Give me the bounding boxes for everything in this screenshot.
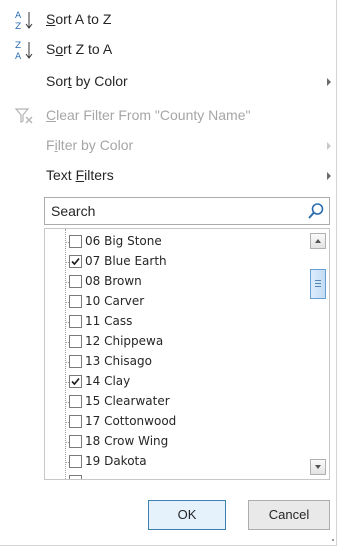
list-item-label: 07 Blue Earth — [85, 254, 167, 268]
value-list[interactable]: 06 Big Stone 07 Blue Earth 08 Brown 10 Carv… — [44, 228, 330, 480]
list-item[interactable]: 19 Dakota — [45, 452, 307, 472]
menu-clear-filter[interactable]: Clear Filter From "County Name" — [0, 101, 337, 131]
checkmark-icon — [71, 377, 80, 386]
list-item-checkbox[interactable] — [69, 315, 82, 328]
list-item[interactable]: 06 Big Stone — [45, 232, 307, 252]
list-item-checkbox[interactable] — [69, 355, 82, 368]
submenu-arrow-icon — [327, 78, 331, 86]
svg-text:Z: Z — [15, 41, 21, 51]
list-item-checkbox[interactable] — [69, 395, 82, 408]
list-item[interactable]: 15 Clearwater — [45, 392, 307, 412]
svg-text:Z: Z — [15, 22, 21, 31]
thumb-grip — [315, 283, 321, 284]
menu-text-filters[interactable]: Text Filters — [0, 161, 337, 191]
list-item-checkbox[interactable] — [69, 295, 82, 308]
scroll-thumb[interactable] — [310, 269, 326, 299]
menu-sort-by-color-label: Sort by Color — [46, 73, 128, 89]
list-item-label: 11 Cass — [85, 314, 133, 328]
list-item-checkbox[interactable] — [69, 435, 82, 448]
menu-text-filters-label: Text Filters — [46, 167, 114, 183]
list-item-label: 08 Brown — [85, 274, 142, 288]
menu-clear-filter-label: Clear Filter From "County Name" — [46, 107, 251, 123]
svg-text:A: A — [15, 11, 22, 21]
list-item[interactable]: 13 Chisago — [45, 352, 307, 372]
menu-sort-a-to-z-label: Sort A to Z — [46, 11, 112, 27]
arrow-up-icon — [315, 239, 321, 243]
list-item[interactable]: 17 Cottonwood — [45, 412, 307, 432]
vertical-scrollbar[interactable] — [307, 229, 329, 479]
list-item-checkbox[interactable] — [69, 275, 82, 288]
list-item[interactable]: 18 Crow Wing — [45, 432, 307, 452]
list-item-label: 10 Carver — [85, 294, 145, 308]
list-item[interactable]: 12 Chippewa — [45, 332, 307, 352]
list-item-checkbox[interactable] — [69, 335, 82, 348]
menu-sort-a-to-z[interactable]: A Z Sort A to Z — [0, 5, 337, 35]
checkmark-icon — [71, 257, 80, 266]
menu-filter-by-color-label: Filter by Color — [46, 137, 134, 153]
sort-ascending-icon: A Z — [15, 11, 33, 31]
scroll-up-button[interactable] — [310, 233, 326, 249]
list-item[interactable]: 11 Cass — [45, 312, 307, 332]
list-item-label: 12 Chippewa — [85, 334, 164, 348]
search-icon[interactable] — [307, 202, 325, 220]
cancel-button[interactable]: Cancel — [248, 500, 330, 530]
sort-descending-icon: Z A — [15, 41, 33, 61]
list-item-label: 14 Clay — [85, 374, 131, 388]
resize-grip-icon[interactable] — [330, 537, 334, 541]
menu-sort-z-to-a-label: Sort Z to A — [46, 41, 113, 57]
thumb-grip — [315, 286, 321, 287]
arrow-down-icon — [315, 465, 321, 469]
list-item-checkbox[interactable] — [69, 475, 82, 479]
list-item-label: 19 Dakota — [85, 454, 147, 468]
autofilter-dropdown: A Z Sort A to Z Z A Sort Z to A Sort by … — [0, 0, 337, 546]
submenu-arrow-icon — [327, 172, 331, 180]
menu-sort-z-to-a[interactable]: Z A Sort Z to A — [0, 35, 337, 65]
scroll-down-button[interactable] — [310, 459, 326, 475]
list-item-label: 18 Crow Wing — [85, 434, 169, 448]
list-item-label: 17 Cottonwood — [85, 414, 177, 428]
list-item-checkbox[interactable] — [69, 235, 82, 248]
list-item[interactable] — [45, 472, 307, 479]
list-item[interactable]: 08 Brown — [45, 272, 307, 292]
search-box — [44, 197, 330, 225]
list-item-label: 13 Chisago — [85, 354, 152, 368]
list-item-label: 15 Clearwater — [85, 394, 170, 408]
list-item[interactable]: 10 Carver — [45, 292, 307, 312]
funnel-clear-icon — [14, 108, 33, 124]
search-input[interactable] — [45, 198, 301, 224]
list-item-checkbox[interactable] — [69, 375, 82, 388]
menu-filter-by-color[interactable]: Filter by Color — [0, 131, 337, 161]
list-item-checkbox[interactable] — [69, 455, 82, 468]
submenu-arrow-icon — [327, 142, 331, 150]
list-item[interactable]: 07 Blue Earth — [45, 252, 307, 272]
menu-sort-by-color[interactable]: Sort by Color — [0, 67, 337, 97]
svg-text:A: A — [15, 52, 22, 61]
list-item[interactable]: 14 Clay — [45, 372, 307, 392]
list-item-checkbox[interactable] — [69, 255, 82, 268]
list-item-label: 06 Big Stone — [85, 234, 162, 248]
ok-button[interactable]: OK — [148, 500, 226, 530]
list-item-checkbox[interactable] — [69, 415, 82, 428]
thumb-grip — [315, 280, 321, 281]
